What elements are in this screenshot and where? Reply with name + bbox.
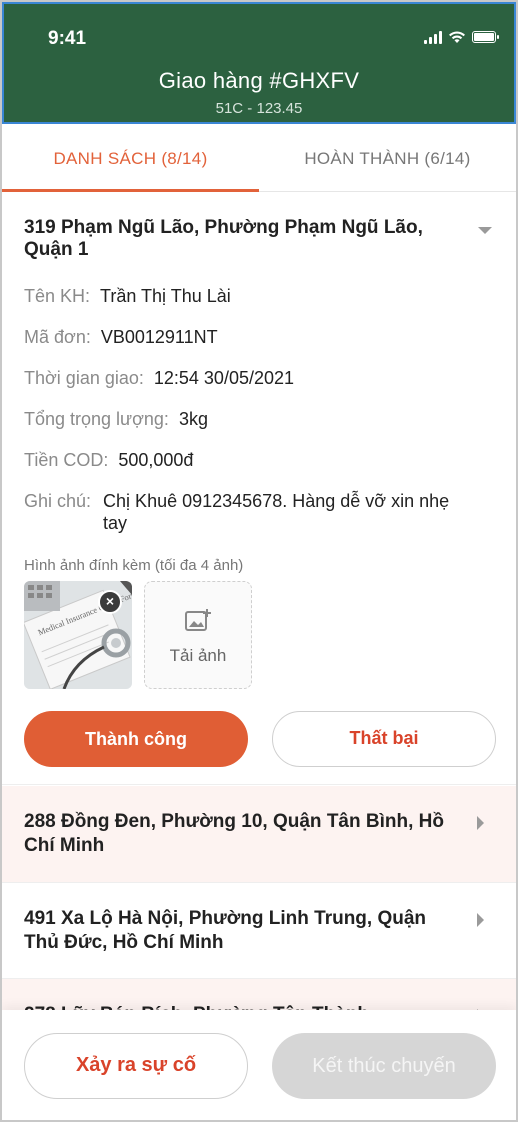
wifi-icon	[449, 31, 465, 43]
app-header: 9:41 Giao hàng #GHXFV 51C - 123.45	[2, 2, 516, 124]
tab-bar: DANH SÁCH (8/14) HOÀN THÀNH (6/14)	[2, 124, 516, 192]
status-icons	[424, 30, 499, 44]
active-tab-indicator	[2, 189, 259, 192]
remove-attachment-icon[interactable]: ×	[98, 590, 122, 614]
customer-name: Trần Thị Thu Lài	[100, 286, 231, 306]
chevron-right-icon	[477, 816, 484, 830]
chevron-right-icon	[477, 913, 484, 927]
order-address: 491 Xa Lộ Hà Nội, Phường Linh Trung, Quậ…	[24, 908, 427, 953]
customer-name-row: Tên KH: Trần Thị Thu Lài	[24, 285, 231, 307]
fail-button[interactable]: Thất bại	[272, 711, 496, 767]
weight-row: Tổng trọng lượng: 3kg	[24, 408, 208, 430]
field-label: Thời gian giao:	[24, 368, 144, 388]
order-code-row: Mã đơn: VB0012911NT	[24, 326, 218, 348]
end-trip-button[interactable]: Kết thúc chuyến	[272, 1033, 496, 1099]
total-weight: 3kg	[178, 409, 208, 429]
add-photo-icon	[185, 609, 211, 631]
success-button[interactable]: Thành công	[24, 711, 248, 767]
vehicle-plate: 51C - 123.45	[215, 100, 303, 117]
cod-row: Tiền COD: 500,000đ	[24, 449, 193, 471]
battery-icon	[472, 31, 499, 43]
tab-completed[interactable]: HOÀN THÀNH (6/14)	[259, 124, 516, 192]
delivery-time-row: Thời gian giao: 12:54 30/05/2021	[24, 367, 294, 389]
order-code: VB0012911NT	[100, 327, 218, 347]
expanded-order-card: 319 Phạm Ngũ Lão, Phường Phạm Ngũ Lão, Q…	[2, 193, 516, 785]
attachments-label: Hình ảnh đính kèm (tối đa 4 ảnh)	[24, 557, 244, 574]
delivery-note: Chị Khuê 0912345678. Hàng dễ vỡ xin nhẹ …	[103, 491, 450, 533]
field-label: Tên KH:	[24, 286, 91, 306]
status-time: 9:41	[48, 28, 87, 49]
note-row: Ghi chú: Chị Khuê 0912345678. Hàng dễ vỡ…	[24, 490, 463, 534]
page-title: Giao hàng #GHXFV	[158, 68, 360, 93]
report-incident-button[interactable]: Xảy ra sự cố	[24, 1033, 248, 1099]
list-item[interactable]: 288 Đồng Đen, Phường 10, Quận Tân Bình, …	[2, 786, 516, 883]
tab-list[interactable]: DANH SÁCH (8/14)	[2, 124, 259, 192]
cod-amount: 500,000đ	[118, 450, 194, 470]
field-label: Tổng trọng lượng:	[24, 409, 169, 429]
field-label: Tiền COD:	[24, 450, 109, 470]
app-screen: 9:41 Giao hàng #GHXFV 51C - 123.45 DANH …	[0, 0, 518, 1122]
cellular-signal-icon	[424, 30, 442, 44]
collapse-chevron-icon[interactable]	[478, 227, 492, 234]
upload-label: Tải ảnh	[169, 646, 227, 665]
field-label: Ghi chú:	[24, 491, 92, 511]
bottom-action-bar: Xảy ra sự cố Kết thúc chuyến	[2, 1010, 516, 1120]
upload-image-button[interactable]: Tải ảnh	[144, 581, 252, 689]
delivery-time: 12:54 30/05/2021	[153, 368, 295, 388]
order-address: 288 Đồng Đen, Phường 10, Quận Tân Bình, …	[24, 811, 444, 856]
order-address[interactable]: 319 Phạm Ngũ Lão, Phường Phạm Ngũ Lão, Q…	[24, 217, 454, 261]
list-item[interactable]: 491 Xa Lộ Hà Nội, Phường Linh Trung, Quậ…	[2, 883, 516, 979]
field-label: Mã đơn:	[24, 327, 91, 347]
